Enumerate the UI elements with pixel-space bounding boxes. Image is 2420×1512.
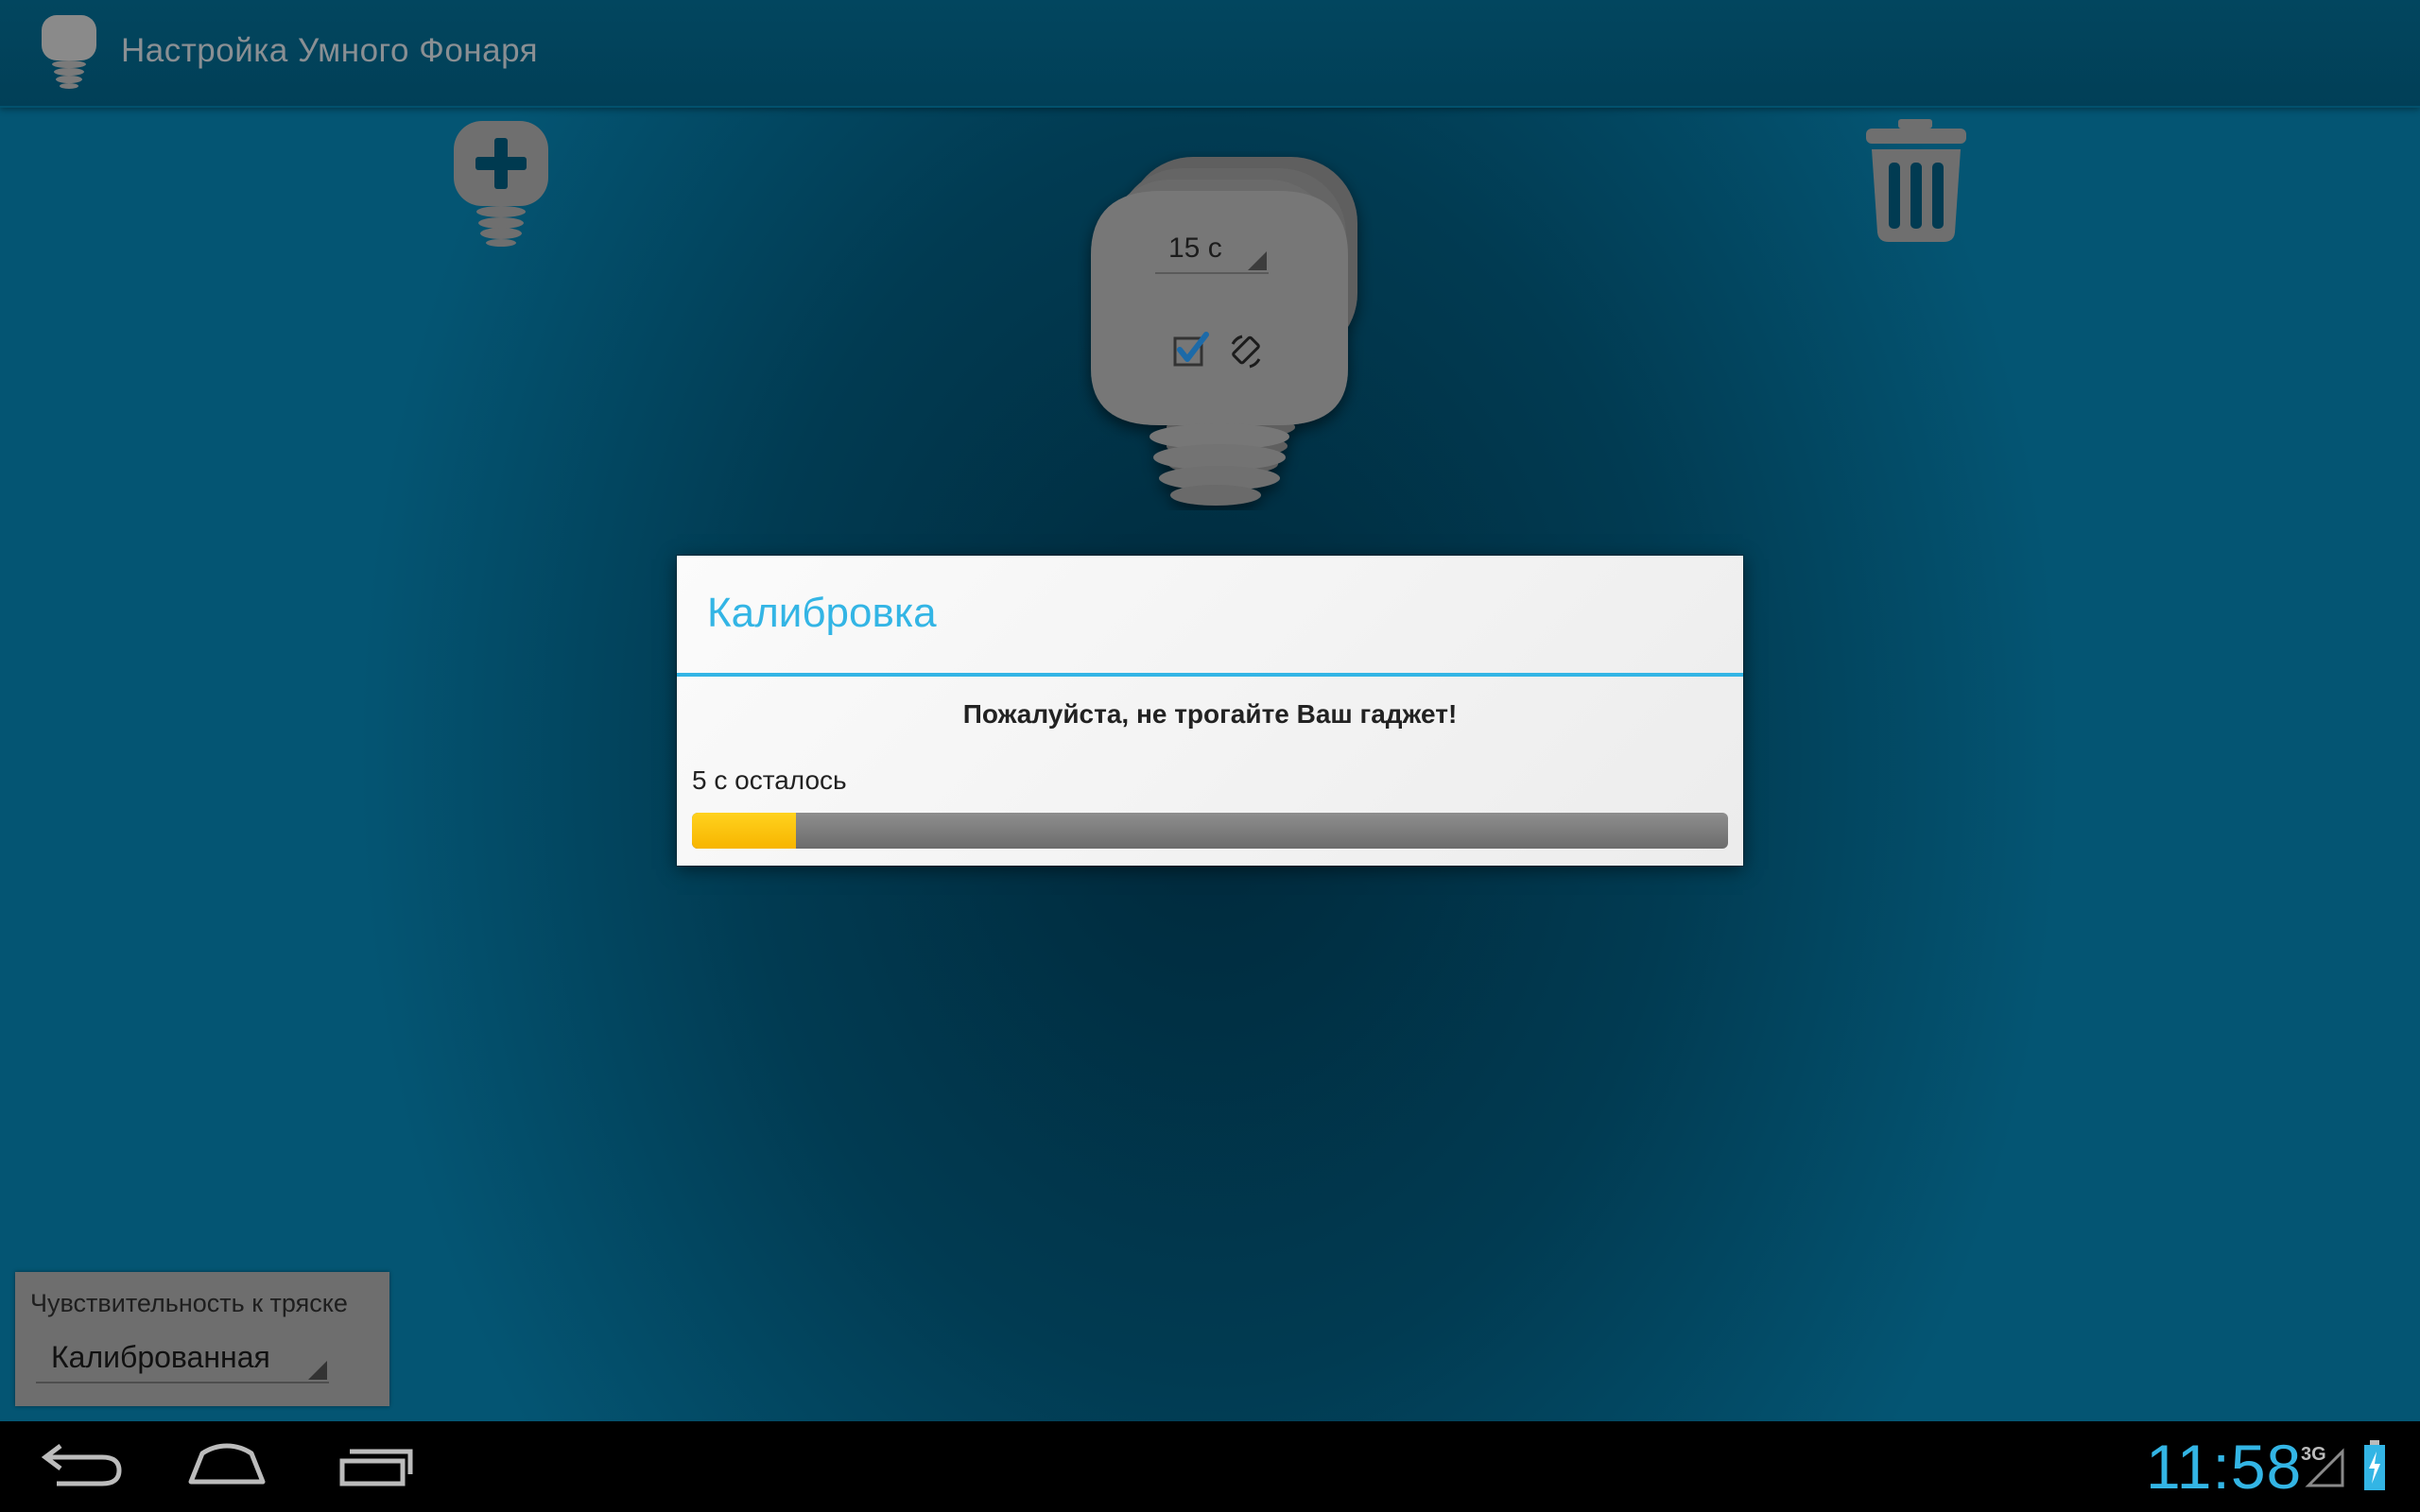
app-title: Настройка Умного Фонаря: [121, 32, 539, 69]
recents-icon[interactable]: [321, 1438, 435, 1495]
remaining-time: 5 с осталось: [692, 765, 847, 795]
sensitivity-underline: [36, 1382, 329, 1383]
sensitivity-label: Чувствительность к тряске: [30, 1289, 348, 1317]
add-lamp-icon[interactable]: [450, 119, 554, 248]
dialog-title: Калибровка: [707, 590, 937, 636]
dialog-message: Пожалуйста, не трогайте Ваш гаджет!: [962, 699, 1458, 729]
home-icon[interactable]: [170, 1438, 284, 1495]
dropdown-arrow-icon: [1248, 251, 1267, 270]
dropdown-arrow-icon: [308, 1361, 327, 1380]
enabled-checkbox[interactable]: [1172, 331, 1210, 369]
trash-icon[interactable]: [1860, 117, 1974, 246]
lamp-stack[interactable]: [1078, 151, 1380, 510]
system-bar: 11:58 3G: [0, 1421, 2420, 1512]
clock: 11:58: [2146, 1432, 2303, 1502]
action-bar: Настройка Умного Фонаря: [0, 0, 2420, 108]
signal-icon: [2305, 1448, 2344, 1487]
dialog-divider: [677, 673, 1743, 677]
calibration-progress-bar: [692, 813, 1728, 849]
progress-fill: [692, 813, 796, 849]
rotate-icon[interactable]: [1227, 333, 1265, 370]
timer-underline: [1155, 272, 1269, 274]
screen: Настройка Умного Фонаря 15 с Калибровка …: [0, 0, 2420, 1512]
battery-charging-icon: [2364, 1440, 2385, 1490]
sensitivity-select[interactable]: Калиброванная: [36, 1331, 329, 1383]
lamp-icon: [42, 15, 96, 89]
timer-value: 15 с: [1168, 232, 1222, 264]
sensitivity-value: Калиброванная: [51, 1340, 270, 1374]
back-icon[interactable]: [19, 1438, 132, 1495]
calibration-dialog: Калибровка Пожалуйста, не трогайте Ваш г…: [677, 556, 1743, 866]
sensitivity-panel: Чувствительность к тряске Калиброванная: [15, 1272, 389, 1406]
timer-select[interactable]: 15 с: [1155, 225, 1269, 274]
